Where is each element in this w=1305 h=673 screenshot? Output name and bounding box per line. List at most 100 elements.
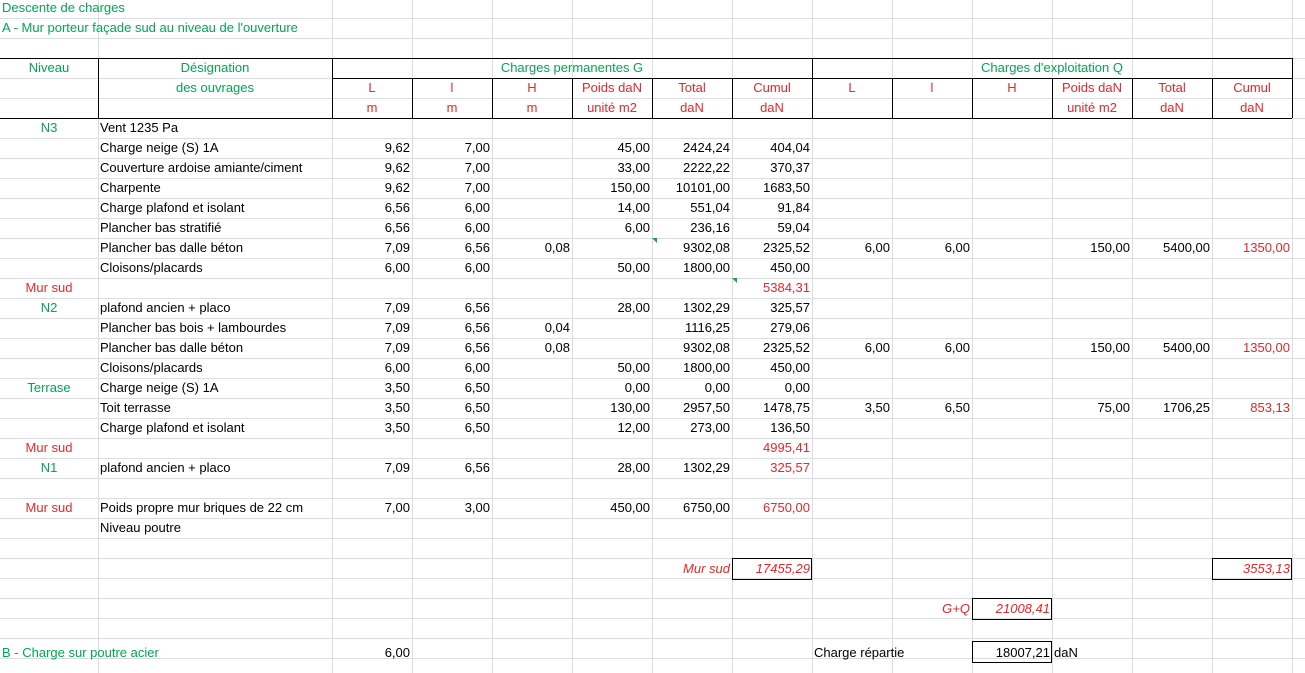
header-g-col-top[interactable]: l <box>412 78 492 98</box>
header-g-col-bottom[interactable]: m <box>492 98 572 118</box>
sheet-title[interactable]: Descente de charges <box>0 0 330 18</box>
header-q-col-bottom[interactable]: daN <box>1132 98 1212 118</box>
total-g-label[interactable]: Mur sud <box>652 559 732 579</box>
header-q-col-bottom[interactable]: unité m2 <box>1052 98 1132 118</box>
cell-gl[interactable]: 6,56 <box>412 298 492 318</box>
cell-gl[interactable]: 6,50 <box>412 418 492 438</box>
cell-gl[interactable]: 6,56 <box>412 338 492 358</box>
cell-gTotal[interactable]: 2957,50 <box>652 398 732 418</box>
cell-gL[interactable]: 7,09 <box>332 298 412 318</box>
cell-gTotal[interactable]: 2424,24 <box>652 138 732 158</box>
cell-qCumul[interactable]: 1350,00 <box>1212 238 1292 258</box>
cell-qL[interactable]: 6,00 <box>812 238 892 258</box>
cell-gPoids[interactable]: 450,00 <box>572 498 652 518</box>
cell-gCumul[interactable]: 325,57 <box>732 458 812 478</box>
cell-gL[interactable]: 6,56 <box>332 218 412 238</box>
cell-designation[interactable]: Poids propre mur briques de 22 cm <box>98 498 332 518</box>
cell-gPoids[interactable]: 12,00 <box>572 418 652 438</box>
cell-gTotal[interactable]: 9302,08 <box>652 238 732 258</box>
total-gq-value[interactable]: 21008,41 <box>972 599 1052 619</box>
cell-gl[interactable]: 6,56 <box>412 458 492 478</box>
header-q-col-top[interactable]: L <box>812 78 892 98</box>
cell-gH[interactable]: 0,04 <box>492 318 572 338</box>
header-g-col-bottom[interactable]: m <box>332 98 412 118</box>
header-charges-exploitation[interactable]: Charges d'exploitation Q <box>812 58 1292 78</box>
cell-gCumul[interactable]: 5384,31 <box>732 278 812 298</box>
header-charges-permanentes[interactable]: Charges permanentes G <box>332 58 812 78</box>
cell-gCumul[interactable]: 279,06 <box>732 318 812 338</box>
header-q-col-bottom[interactable] <box>972 98 1052 118</box>
cell-gL[interactable]: 7,09 <box>332 338 412 358</box>
cell-gPoids[interactable]: 50,00 <box>572 258 652 278</box>
cell-designation[interactable]: Vent 1235 Pa <box>98 118 332 138</box>
charge-repartie-unit[interactable]: daN <box>1052 643 1112 663</box>
cell-gCumul[interactable]: 1478,75 <box>732 398 812 418</box>
header-g-col-bottom[interactable]: m <box>412 98 492 118</box>
cell-gL[interactable]: 9,62 <box>332 178 412 198</box>
cell-gl[interactable]: 6,00 <box>412 218 492 238</box>
cell-gTotal[interactable]: 273,00 <box>652 418 732 438</box>
cell-gL[interactable]: 3,50 <box>332 418 412 438</box>
cell-gTotal[interactable]: 10101,00 <box>652 178 732 198</box>
cell-designation[interactable]: Toit terrasse <box>98 398 332 418</box>
cell-gPoids[interactable]: 6,00 <box>572 218 652 238</box>
cell-niveau[interactable]: Mur sud <box>0 498 98 518</box>
cell-gl[interactable]: 6,56 <box>412 238 492 258</box>
cell-qPoids[interactable]: 150,00 <box>1052 238 1132 258</box>
header-q-col-top[interactable]: l <box>892 78 972 98</box>
cell-gL[interactable]: 7,00 <box>332 498 412 518</box>
cell-ql[interactable]: 6,00 <box>892 238 972 258</box>
cell-gl[interactable]: 7,00 <box>412 158 492 178</box>
cell-gL[interactable]: 6,56 <box>332 198 412 218</box>
cell-gl[interactable]: 6,00 <box>412 198 492 218</box>
cell-gCumul[interactable]: 91,84 <box>732 198 812 218</box>
cell-gl[interactable]: 6,50 <box>412 378 492 398</box>
header-q-col-top[interactable]: Total <box>1132 78 1212 98</box>
cell-gCumul[interactable]: 404,04 <box>732 138 812 158</box>
cell-gl[interactable]: 6,50 <box>412 398 492 418</box>
cell-gTotal[interactable]: 1116,25 <box>652 318 732 338</box>
cell-niveau[interactable]: N1 <box>0 458 98 478</box>
cell-gCumul[interactable]: 6750,00 <box>732 498 812 518</box>
header-g-col-top[interactable]: Poids daN <box>572 78 652 98</box>
cell-niveau[interactable]: N2 <box>0 298 98 318</box>
cell-gl[interactable]: 6,00 <box>412 258 492 278</box>
charge-repartie-label[interactable]: Charge répartie <box>812 643 972 663</box>
cell-gTotal[interactable]: 2222,22 <box>652 158 732 178</box>
cell-gl[interactable]: 3,00 <box>412 498 492 518</box>
cell-gCumul[interactable]: 59,04 <box>732 218 812 238</box>
header-q-col-top[interactable]: H <box>972 78 1052 98</box>
cell-gH[interactable]: 0,08 <box>492 338 572 358</box>
cell-gPoids[interactable]: 130,00 <box>572 398 652 418</box>
cell-gL[interactable]: 9,62 <box>332 158 412 178</box>
section-b-label[interactable]: B - Charge sur poutre acier <box>0 643 330 663</box>
cell-niveau[interactable]: Mur sud <box>0 438 98 458</box>
cell-niveau[interactable]: Terrase <box>0 378 98 398</box>
header-q-col-bottom[interactable]: daN <box>1212 98 1292 118</box>
cell-qCumul[interactable]: 853,13 <box>1212 398 1292 418</box>
cell-gCumul[interactable]: 2325,52 <box>732 338 812 358</box>
cell-designation[interactable]: Plancher bas dalle béton <box>98 338 332 358</box>
cell-gL[interactable]: 9,62 <box>332 138 412 158</box>
cell-gTotal[interactable]: 1302,29 <box>652 298 732 318</box>
cell-gCumul[interactable]: 4995,41 <box>732 438 812 458</box>
section-b-value[interactable]: 6,00 <box>332 643 412 663</box>
sheet-subtitle[interactable]: A - Mur porteur façade sud au niveau de … <box>0 18 420 38</box>
cell-ql[interactable]: 6,50 <box>892 398 972 418</box>
cell-gTotal[interactable]: 9302,08 <box>652 338 732 358</box>
cell-qPoids[interactable]: 75,00 <box>1052 398 1132 418</box>
total-q-value[interactable]: 3553,13 <box>1212 559 1292 579</box>
header-q-col-bottom[interactable] <box>892 98 972 118</box>
cell-gl[interactable]: 7,00 <box>412 138 492 158</box>
cell-qTotal[interactable]: 1706,25 <box>1132 398 1212 418</box>
cell-gL[interactable]: 3,50 <box>332 378 412 398</box>
cell-gPoids[interactable]: 50,00 <box>572 358 652 378</box>
cell-gCumul[interactable]: 0,00 <box>732 378 812 398</box>
total-gq-label[interactable]: G+Q <box>892 599 972 619</box>
cell-designation[interactable]: Couverture ardoise amiante/ciment <box>98 158 332 178</box>
cell-gTotal[interactable]: 1800,00 <box>652 358 732 378</box>
cell-gCumul[interactable]: 325,57 <box>732 298 812 318</box>
cell-gCumul[interactable]: 2325,52 <box>732 238 812 258</box>
cell-gCumul[interactable]: 370,37 <box>732 158 812 178</box>
cell-gl[interactable]: 7,00 <box>412 178 492 198</box>
